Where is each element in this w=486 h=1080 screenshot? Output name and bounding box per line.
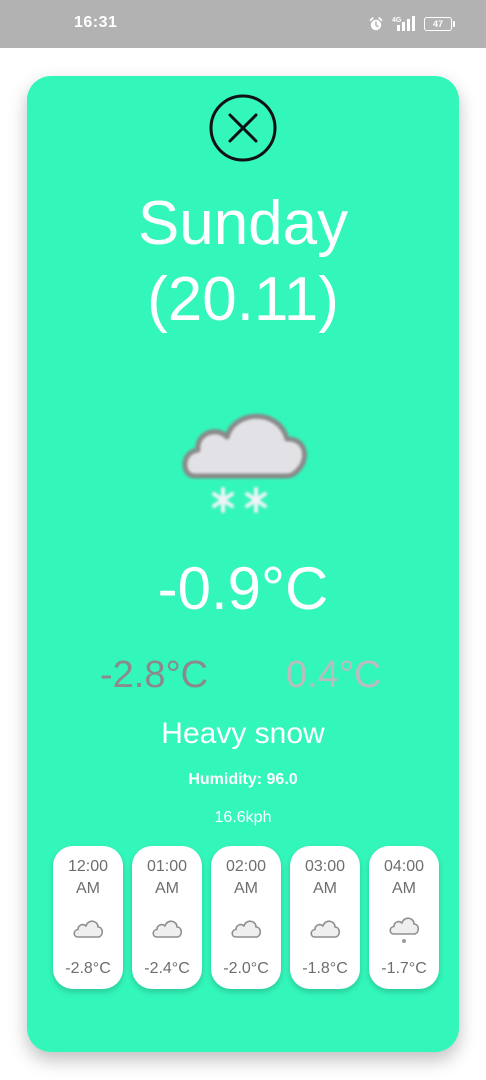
status-icons: 4G 47 [368,15,455,33]
cloud-rain-icon [389,917,420,943]
status-bar: 16:31 4G 47 [0,0,486,48]
hourly-item[interactable]: 02:00 AM -2.0°C [211,846,281,989]
cloud-icon [231,920,262,938]
hour-temperature: -1.8°C [302,960,348,977]
cloud-icon [73,920,104,938]
day-title: Sunday (20.11) [27,186,459,338]
hour-time: 04:00 AM [383,858,425,897]
cloud-icon [310,920,341,938]
weather-condition: Heavy snow [161,717,325,750]
day-name: Sunday [137,189,349,258]
cloud-snow-icon [182,413,308,513]
current-temperature: -0.9°C [157,555,329,622]
hour-time: 03:00 AM [304,858,346,897]
alarm-icon [369,17,383,31]
day-date: (20.11) [147,265,339,334]
hourly-forecast-list: 12:00 AM -2.8°C 01:00 AM -2.4°C 02:00 AM… [53,846,443,989]
hourly-item[interactable]: 03:00 AM -1.8°C [290,846,360,989]
hour-time: 01:00 AM [146,858,188,897]
hour-time: 02:00 AM [225,858,267,897]
hour-temperature: -2.4°C [144,960,190,977]
status-time: 16:31 [74,14,118,31]
network-label: 4G [392,17,402,24]
hourly-item[interactable]: 12:00 AM -2.8°C [53,846,123,989]
hour-temperature: -1.7°C [381,960,427,977]
humidity-value: Humidity: 96.0 [188,771,298,788]
signal-icon: 4G [392,16,415,31]
weather-detail-card: Sunday (20.11) -0.9°C -2.8°C 0.4°C Heavy… [27,76,459,1052]
hourly-item[interactable]: 01:00 AM -2.4°C [132,846,202,989]
close-icon[interactable] [209,94,277,162]
hour-temperature: -2.0°C [223,960,269,977]
wind-speed: 16.6kph [214,809,272,826]
battery-icon: 47 [424,17,455,31]
max-temperature: 0.4°C [286,654,382,696]
hourly-item[interactable]: 04:00 AM -1.7°C [369,846,439,989]
hour-temperature: -2.8°C [65,960,111,977]
cloud-icon [152,920,183,938]
min-temperature: -2.8°C [100,654,209,696]
hour-time: 12:00 AM [67,858,109,897]
